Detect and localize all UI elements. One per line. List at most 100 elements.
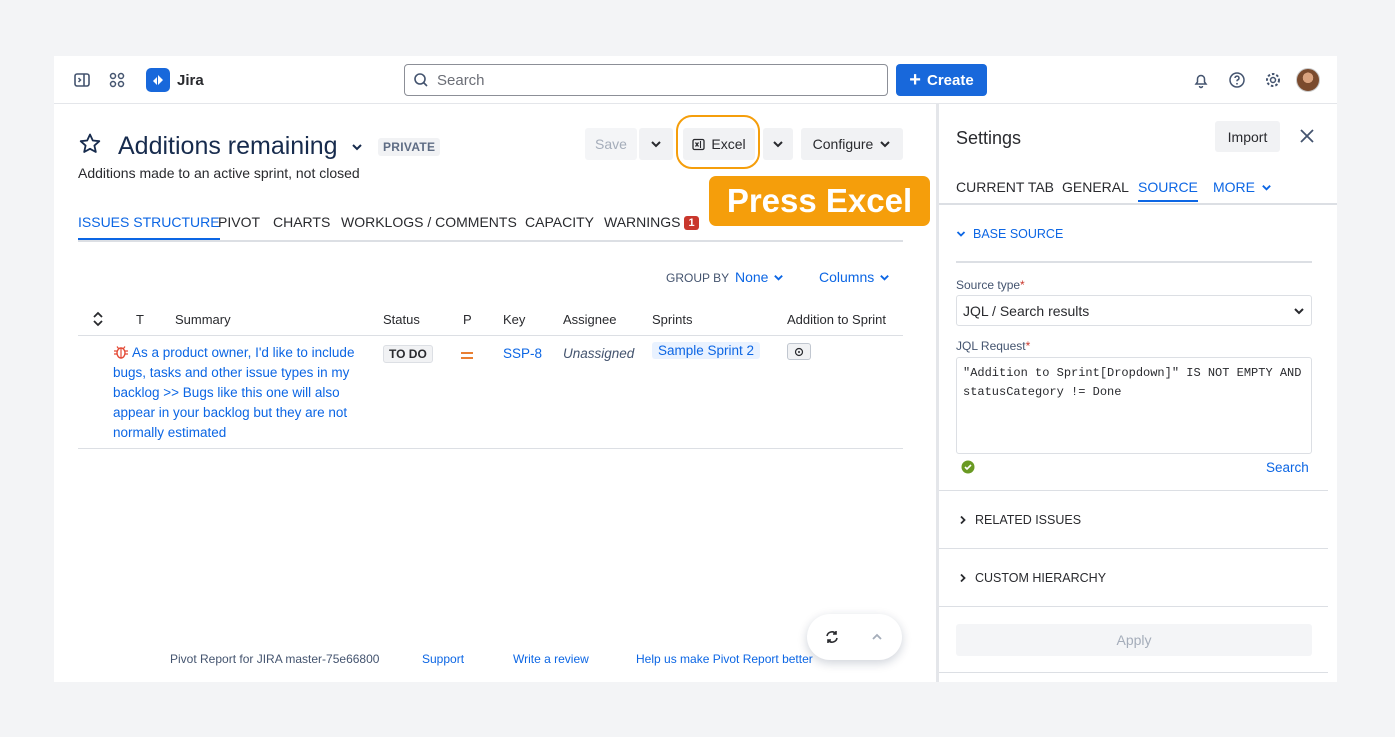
column-header-assignee[interactable]: Assignee: [563, 312, 616, 327]
chevron-right-icon: [960, 515, 966, 525]
source-type-label: Source type*: [956, 278, 1025, 292]
import-button[interactable]: Import: [1215, 121, 1280, 152]
related-issues-label: RELATED ISSUES: [975, 513, 1082, 527]
issue-summary-text: As a product owner, I'd like to include …: [113, 345, 355, 440]
settings-tabs: CURRENT TAB GENERAL SOURCE MORE: [939, 177, 1337, 205]
save-button[interactable]: Save: [585, 128, 637, 160]
create-label: Create: [926, 71, 974, 89]
base-source-label: BASE SOURCE: [973, 227, 1064, 241]
issue-key-link[interactable]: SSP-8: [503, 346, 542, 361]
notifications-bell-icon[interactable]: [1190, 69, 1212, 91]
search-box[interactable]: [404, 64, 888, 96]
chevron-down-icon: [773, 141, 783, 148]
chevron-down-icon: [956, 231, 966, 237]
issue-summary-link[interactable]: As a product owner, I'd like to include …: [113, 343, 368, 443]
valid-check-icon: [961, 460, 975, 479]
plus-icon: +: [909, 69, 921, 91]
status-lozenge: TO DO: [383, 345, 433, 363]
source-type-value: JQL / Search results: [963, 302, 1090, 319]
jql-search-link[interactable]: Search: [1266, 460, 1309, 475]
floating-toolbar: [807, 614, 902, 660]
custom-hierarchy-label: CUSTOM HIERARCHY: [975, 571, 1107, 585]
sort-toggle-icon[interactable]: [92, 311, 104, 330]
group-by-dropdown[interactable]: None: [735, 269, 784, 285]
section-divider: [939, 490, 1328, 491]
tab-warnings[interactable]: WARNINGS 1: [604, 214, 699, 238]
section-divider: [939, 548, 1328, 549]
page-title: Additions remaining: [118, 132, 338, 160]
tab-current-tab[interactable]: CURRENT TAB: [956, 179, 1054, 200]
jira-logo-icon: [146, 68, 170, 92]
configure-label: Configure: [812, 136, 874, 152]
star-icon[interactable]: [78, 132, 102, 161]
tab-issues-structure[interactable]: ISSUES STRUCTURE: [78, 214, 220, 240]
chevron-down-icon: [774, 274, 784, 281]
bug-icon: [114, 346, 128, 359]
jira-logo[interactable]: Jira: [146, 68, 204, 92]
configure-button[interactable]: Configure: [801, 128, 903, 160]
custom-hierarchy-section-toggle[interactable]: CUSTOM HIERARCHY: [958, 571, 1106, 585]
top-navigation: Jira + Create: [54, 56, 1337, 104]
column-header-summary[interactable]: Summary: [175, 312, 231, 327]
help-icon[interactable]: [1226, 69, 1248, 91]
settings-panel: Settings Import CURRENT TAB GENERAL SOUR…: [936, 104, 1337, 682]
tab-capacity[interactable]: CAPACITY: [525, 214, 594, 238]
section-divider: [956, 261, 1312, 263]
assignee-value: Unassigned: [563, 346, 635, 361]
report-tabs: ISSUES STRUCTURE PIVOT CHARTS WORKLOGS /…: [78, 212, 903, 242]
group-by-label: GROUP BY: [666, 271, 730, 285]
app-switcher-icon[interactable]: [106, 69, 128, 91]
related-issues-section-toggle[interactable]: RELATED ISSUES: [958, 513, 1081, 527]
refresh-icon[interactable]: [824, 629, 840, 650]
tab-worklogs-comments[interactable]: WORKLOGS / COMMENTS: [341, 214, 517, 238]
section-divider: [939, 606, 1328, 607]
column-header-status[interactable]: Status: [383, 312, 420, 327]
search-input[interactable]: [437, 71, 857, 89]
tab-more[interactable]: MORE: [1213, 179, 1272, 200]
user-avatar[interactable]: [1296, 68, 1320, 92]
source-type-select[interactable]: JQL / Search results: [956, 295, 1312, 326]
base-source-section-toggle[interactable]: BASE SOURCE: [956, 227, 1063, 241]
privacy-badge: PRIVATE: [378, 138, 441, 156]
sprint-tag[interactable]: Sample Sprint 2: [652, 342, 761, 359]
help-improve-link[interactable]: Help us make Pivot Report better: [636, 652, 813, 666]
jql-request-input[interactable]: "Addition to Sprint[Dropdown]" IS NOT EM…: [956, 357, 1312, 454]
apply-button[interactable]: Apply: [956, 624, 1312, 656]
column-header-addition-to-sprint[interactable]: Addition to Sprint: [787, 312, 886, 327]
chevron-up-icon[interactable]: [871, 630, 883, 648]
create-button[interactable]: + Create: [896, 64, 987, 96]
support-link[interactable]: Support: [422, 652, 464, 666]
column-header-key[interactable]: Key: [503, 312, 525, 327]
tab-general[interactable]: GENERAL: [1062, 179, 1129, 200]
medium-priority-icon: [460, 348, 474, 366]
chevron-down-icon: [1294, 307, 1304, 314]
addition-dropdown-icon[interactable]: [787, 343, 811, 360]
search-icon: [414, 73, 428, 87]
columns-label: Columns: [819, 269, 875, 285]
close-icon[interactable]: [1299, 128, 1315, 149]
tab-source[interactable]: SOURCE: [1138, 179, 1198, 202]
table-header-divider: [78, 335, 903, 336]
column-header-type[interactable]: T: [136, 312, 144, 327]
tab-more-label: MORE: [1213, 179, 1255, 195]
export-options-button[interactable]: [763, 128, 793, 160]
columns-dropdown[interactable]: Columns: [819, 269, 890, 285]
chevron-down-icon: [651, 141, 661, 148]
save-options-button[interactable]: [639, 128, 673, 160]
tab-pivot[interactable]: PIVOT: [218, 214, 260, 238]
sidebar-toggle-icon[interactable]: [71, 69, 93, 91]
group-by-value: None: [735, 269, 769, 285]
settings-gear-icon[interactable]: [1262, 69, 1284, 91]
column-header-sprints[interactable]: Sprints: [652, 312, 692, 327]
tab-charts[interactable]: CHARTS: [273, 214, 330, 238]
settings-title: Settings: [956, 128, 1022, 148]
tab-warnings-label: WARNINGS: [604, 214, 681, 230]
chevron-down-icon[interactable]: [350, 140, 364, 159]
column-header-priority[interactable]: P: [463, 312, 472, 327]
chevron-down-icon: [880, 274, 890, 281]
jira-app: Jira + Create Additions remaining PRIVAT…: [54, 56, 1337, 682]
table-row-divider: [78, 448, 903, 449]
section-divider: [939, 672, 1328, 673]
chevron-down-icon: [1262, 184, 1271, 191]
write-review-link[interactable]: Write a review: [513, 652, 589, 666]
